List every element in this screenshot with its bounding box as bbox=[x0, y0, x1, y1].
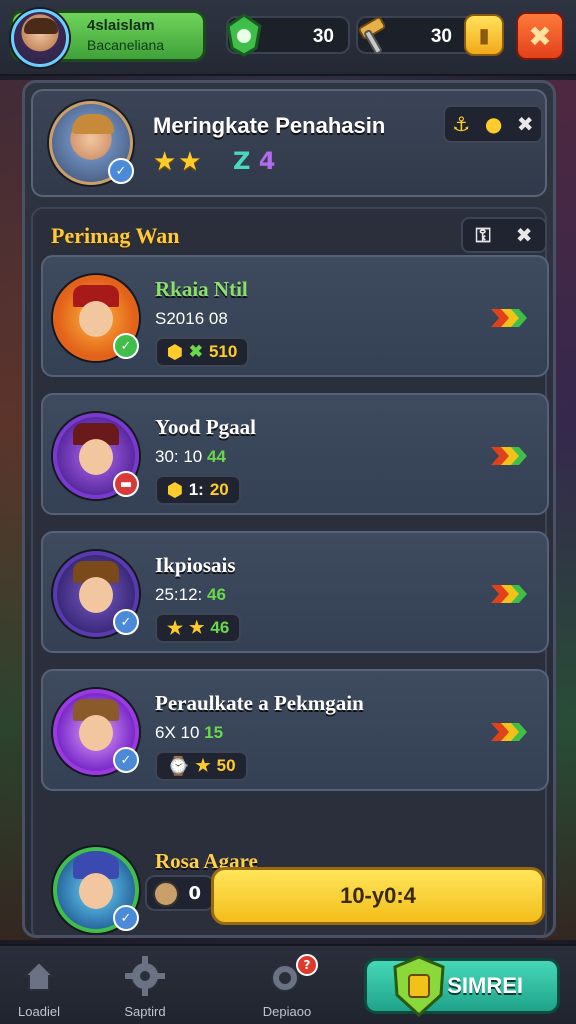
hero-time: 6X 10 15 bbox=[155, 723, 223, 743]
nav-settings[interactable]: Saptird bbox=[100, 956, 190, 1019]
hero-slot[interactable]: 0 bbox=[145, 875, 215, 911]
reward-pill: ⌚ ★ 50 bbox=[155, 751, 248, 781]
close-button[interactable]: ✖ bbox=[516, 12, 564, 60]
time-main: 6X 10 bbox=[155, 723, 200, 742]
header-tools: ⚓ ● ✖ bbox=[443, 105, 543, 143]
hammer-icon bbox=[358, 16, 386, 55]
player-avatar[interactable] bbox=[11, 9, 69, 67]
time-main: 25:12: bbox=[155, 585, 203, 604]
reward-value: 20 bbox=[209, 480, 229, 499]
player-subtitle: Bacaneliana bbox=[87, 37, 165, 53]
gem-icon bbox=[226, 13, 262, 57]
nav-deploy-label: Depiaoo bbox=[262, 1004, 312, 1019]
primary-action-label: SIMREI bbox=[447, 973, 523, 998]
shield-icon bbox=[393, 955, 445, 1018]
badge-icon: ✓ bbox=[113, 905, 139, 931]
coin-icon: ▮ bbox=[478, 23, 490, 47]
reward-value: 50 bbox=[216, 756, 236, 775]
profile-card[interactable]: 4slaislam Bacaneliana bbox=[10, 9, 206, 67]
home-icon bbox=[22, 960, 56, 991]
reward-mid: 1: bbox=[188, 480, 204, 499]
header-ribbon: Z 4 bbox=[233, 147, 275, 175]
primary-action-button[interactable]: SIMREI bbox=[364, 955, 560, 1018]
gold-count: 30 bbox=[430, 26, 452, 47]
nav-deploy[interactable]: ? Depiaoo bbox=[242, 954, 332, 1019]
hero-time: 25:12: 46 bbox=[155, 585, 226, 605]
header-title: Meringkate Penahasin bbox=[153, 113, 386, 138]
coin-icon: ⬢ bbox=[167, 341, 183, 362]
flag-icon: ▬ bbox=[113, 471, 139, 497]
nav-home[interactable]: Loadiel bbox=[0, 956, 84, 1019]
section-title: Perimag Wan bbox=[51, 223, 180, 248]
time-extra: 08 bbox=[208, 309, 228, 328]
list-item[interactable]: ▬ Yood Pgaal 30: 10 44 ⬢ 1: 20 bbox=[41, 393, 549, 515]
mini-avatar bbox=[153, 881, 179, 907]
hero-avatar: ✓ bbox=[53, 551, 139, 637]
claim-button[interactable]: 10-y0:4 bbox=[211, 867, 545, 925]
chevron-right-icon[interactable] bbox=[489, 303, 529, 333]
gem-counter[interactable]: 30 bbox=[226, 13, 350, 57]
check-icon: ✓ bbox=[113, 333, 139, 359]
hero-name: Ikpiosais bbox=[155, 553, 236, 577]
hero-time: S2016 08 bbox=[155, 309, 228, 329]
top-bar: 4slaislam Bacaneliana 30 30 ▮ ✖ bbox=[0, 0, 576, 76]
star-rating: ★★ bbox=[153, 147, 204, 177]
notification-badge: ? bbox=[296, 954, 318, 976]
coin-icon: ⬢ bbox=[167, 479, 183, 500]
close-icon[interactable]: ✖ bbox=[516, 223, 533, 247]
player-name: 4slaislam bbox=[87, 17, 155, 34]
header-card: ✓ Meringkate Penahasin ★★ Z 4 ⚓ ● ✖ bbox=[31, 89, 547, 197]
close-icon: ✖ bbox=[528, 19, 552, 53]
list-item[interactable]: ✓ Peraulkate a Pekmgain 6X 10 15 ⌚ ★ 50 bbox=[41, 669, 549, 791]
time-extra: 44 bbox=[207, 447, 226, 466]
reward-mid: ★ bbox=[189, 618, 205, 637]
reward-pill: ⬢ ✖ 510 bbox=[155, 337, 250, 367]
reward-value: 510 bbox=[208, 342, 238, 361]
hero-name: Peraulkate a Pekmgain bbox=[155, 691, 364, 715]
gem-count: 30 bbox=[312, 26, 334, 47]
reward-pill: ⬢ 1: 20 bbox=[155, 475, 241, 505]
header-avatar: ✓ bbox=[49, 101, 134, 185]
list-item[interactable]: ✓ Rkaia Ntil S2016 08 ⬢ ✖ 510 bbox=[41, 255, 549, 377]
badge-icon: ✓ bbox=[108, 158, 134, 184]
hero-name: Yood Pgaal bbox=[155, 415, 256, 439]
key-icon[interactable]: ⚿ bbox=[476, 223, 491, 247]
hero-avatar: ✓ bbox=[53, 275, 139, 361]
reward-value: 46 bbox=[210, 618, 230, 637]
list-area: Perimag Wan ⚿ ✖ ✓ Rkaia Ntil S2016 08 ⬢ … bbox=[31, 207, 549, 935]
list-item[interactable]: ✓ Ikpiosais 25:12: 46 ★ ★ 46 bbox=[41, 531, 549, 653]
bottom-nav: Loadiel Saptird ? Depiaoo SIMREI bbox=[0, 944, 576, 1024]
star-icon: ★ bbox=[167, 617, 184, 638]
chevron-right-icon[interactable] bbox=[489, 579, 529, 609]
hero-name: Rkaia Ntil bbox=[155, 277, 248, 301]
time-main: 30: 10 bbox=[155, 447, 203, 466]
reward-mid: ★ bbox=[195, 756, 211, 775]
hero-avatar: ▬ bbox=[53, 413, 139, 499]
chevron-right-icon[interactable] bbox=[489, 717, 529, 747]
hero-time: 30: 10 44 bbox=[155, 447, 226, 467]
gear-icon bbox=[125, 956, 165, 996]
hero-avatar: ✓ bbox=[53, 689, 139, 775]
time-extra: 46 bbox=[207, 585, 226, 604]
reward-mid: ✖ bbox=[188, 342, 203, 361]
time-extra: 15 bbox=[204, 723, 224, 742]
reward-pill: ★ ★ 46 bbox=[155, 613, 242, 643]
section-tools: ⚿ ✖ bbox=[461, 217, 547, 253]
anchor-icon[interactable]: ⚓ bbox=[452, 112, 470, 136]
badge-icon: ✓ bbox=[113, 747, 139, 773]
main-panel: ✓ Meringkate Penahasin ★★ Z 4 ⚓ ● ✖ Peri… bbox=[22, 80, 556, 938]
clock-icon: ⌚ bbox=[167, 755, 190, 776]
badge-icon: ✓ bbox=[113, 609, 139, 635]
ribbon-letter: Z bbox=[233, 147, 251, 175]
nav-home-label: Loadiel bbox=[18, 1004, 60, 1019]
time-main: S2016 bbox=[155, 309, 205, 328]
slot-count: 0 bbox=[188, 882, 201, 904]
coin-icon[interactable]: ● bbox=[485, 112, 502, 136]
ribbon-number: 4 bbox=[258, 147, 276, 175]
hero-avatar: ✓ bbox=[53, 847, 139, 933]
add-gold-button[interactable]: ▮ bbox=[464, 14, 504, 56]
close-icon[interactable]: ✖ bbox=[517, 112, 534, 136]
chevron-right-icon[interactable] bbox=[489, 441, 529, 471]
nav-settings-label: Saptird bbox=[124, 1004, 166, 1019]
